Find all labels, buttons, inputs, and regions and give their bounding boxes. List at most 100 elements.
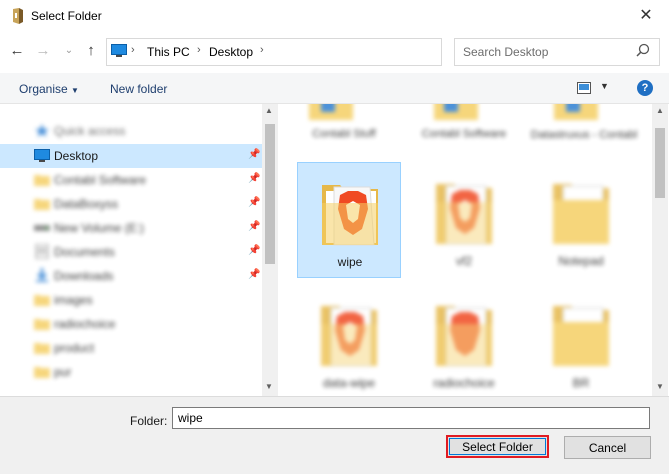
up-arrow-icon[interactable]: ↑	[82, 40, 100, 62]
folder-contents-scrollbar[interactable]: ▲ ▼	[652, 104, 668, 396]
window-title: Select Folder	[31, 9, 102, 23]
scroll-up-arrow-icon[interactable]: ▲	[265, 106, 273, 115]
folder-field-label: Folder:	[130, 414, 168, 428]
folder-icon	[553, 184, 609, 244]
folder-icon[interactable]	[424, 104, 504, 128]
forward-arrow-icon[interactable]: →	[34, 40, 52, 62]
folder-label: data-wipe	[322, 376, 376, 390]
file-label[interactable]: Contabl Stuff	[299, 128, 389, 140]
documents-icon	[35, 244, 49, 259]
new-folder-button[interactable]: New folder	[110, 82, 167, 96]
scroll-down-arrow-icon[interactable]: ▼	[265, 382, 273, 391]
folder-icon[interactable]	[299, 104, 379, 128]
nav-item-label: Documents	[54, 245, 115, 259]
breadcrumb-desktop[interactable]: Desktop	[209, 45, 253, 59]
nav-item-desktop[interactable]: Desktop 📌	[0, 144, 262, 168]
scroll-down-arrow-icon[interactable]: ▼	[656, 382, 664, 391]
dialog-footer: Folder: Select Folder Cancel	[0, 396, 669, 474]
desktop-icon	[34, 149, 50, 162]
brave-folder-icon	[436, 184, 492, 245]
breadcrumb-separator: ›	[131, 44, 135, 56]
folder-icon	[34, 199, 50, 210]
nav-item-folder[interactable]: pur	[0, 360, 262, 384]
folder-label: vf2	[455, 254, 472, 268]
folder-icon	[34, 295, 50, 306]
address-bar[interactable]: › This PC › Desktop › ⌄ ↻	[106, 38, 540, 66]
nav-item-label: pur	[54, 365, 72, 379]
scrollbar-thumb[interactable]	[655, 128, 665, 198]
nav-item-label: DataBoxyss	[54, 197, 119, 211]
file-label[interactable]: Datastruxus - Contabl	[529, 128, 639, 142]
command-bar: Organise ▼ New folder ▼ ?	[0, 73, 669, 104]
select-folder-button[interactable]: Select Folder	[446, 435, 549, 458]
folder-tile[interactable]: Notepad	[529, 162, 633, 278]
folder-icon	[34, 367, 50, 378]
nav-item-quick-access[interactable]: Quick access	[0, 119, 262, 143]
folder-icon	[34, 175, 50, 186]
this-pc-icon	[111, 44, 127, 57]
nav-item-label: Contabl Software	[54, 173, 147, 187]
title-bar: Select Folder ✕	[0, 0, 669, 32]
back-arrow-icon[interactable]: ←	[8, 40, 26, 62]
nav-item-folder[interactable]: DataBoxyss 📌	[0, 192, 262, 216]
view-options-chevron-icon[interactable]: ▼	[600, 81, 609, 91]
nav-item-folder[interactable]: images	[0, 288, 262, 312]
organise-label[interactable]: Organise	[19, 82, 68, 96]
brave-folder-icon	[321, 306, 377, 367]
nav-item-folder[interactable]: Contabl Software 📌	[0, 168, 262, 192]
pin-icon: 📌	[248, 173, 261, 184]
organise-menu-button[interactable]: Organise ▼	[19, 82, 79, 96]
app-icon	[13, 8, 23, 24]
pin-icon: 📌	[248, 149, 261, 160]
search-box[interactable]: Search Desktop	[454, 38, 660, 66]
nav-item-label: Downloads	[54, 269, 114, 283]
navigation-pane: Quick access Desktop 📌 Contabl Software …	[0, 104, 278, 396]
pin-icon: 📌	[248, 269, 261, 280]
folder-tile[interactable]: vf2	[412, 162, 516, 278]
folder-label: BR	[572, 376, 590, 390]
help-icon[interactable]: ?	[637, 80, 653, 96]
folder-icon	[34, 319, 50, 330]
navigation-pane-scrollbar[interactable]: ▲ ▼	[262, 104, 278, 396]
folder-label: Notepad	[558, 254, 604, 268]
folder-label: wipe	[337, 255, 363, 269]
star-icon	[35, 124, 49, 137]
pin-icon: 📌	[248, 221, 261, 232]
download-icon	[36, 268, 48, 282]
folder-tile-selected[interactable]: wipe	[297, 162, 401, 278]
brave-folder-icon	[436, 306, 492, 367]
cancel-button[interactable]: Cancel	[564, 436, 651, 459]
breadcrumb-this-pc[interactable]: This PC	[147, 45, 190, 59]
scroll-up-arrow-icon[interactable]: ▲	[656, 106, 664, 115]
search-icon[interactable]	[635, 42, 651, 60]
pin-icon: 📌	[248, 245, 261, 256]
folder-contents: Contabl Stuff Contabl Software Datastrux…	[279, 104, 652, 396]
folder-tile[interactable]: radiochoice	[412, 284, 516, 396]
folder-label: radiochoice	[433, 376, 495, 390]
scrollbar-thumb[interactable]	[265, 124, 275, 264]
breadcrumb-separator[interactable]: ›	[197, 44, 201, 56]
search-placeholder[interactable]: Search Desktop	[463, 45, 548, 59]
nav-item-documents[interactable]: Documents 📌	[0, 240, 262, 264]
brave-folder-icon	[322, 185, 378, 246]
close-icon[interactable]: ✕	[634, 4, 658, 28]
folder-tile[interactable]: data-wipe	[297, 284, 401, 396]
folder-tile[interactable]: BR	[529, 284, 633, 396]
nav-item-label: Desktop	[54, 149, 99, 163]
chevron-down-icon: ▼	[71, 86, 79, 95]
nav-item-drive[interactable]: New Volume (E:) 📌	[0, 216, 262, 240]
recent-locations-chevron-icon[interactable]: ⌄	[60, 40, 78, 62]
nav-item-downloads[interactable]: Downloads 📌	[0, 264, 262, 288]
folder-icon[interactable]	[544, 104, 624, 128]
folder-icon	[34, 343, 50, 354]
nav-item-folder[interactable]: radiochoice	[0, 312, 262, 336]
nav-item-folder[interactable]: product	[0, 336, 262, 360]
file-label[interactable]: Contabl Software	[414, 128, 514, 140]
nav-item-label: Quick access	[54, 124, 126, 138]
pin-icon: 📌	[248, 197, 261, 208]
change-view-icon[interactable]	[577, 82, 591, 94]
folder-name-input[interactable]	[172, 407, 650, 429]
nav-item-label: New Volume (E:)	[54, 221, 145, 235]
breadcrumb-separator[interactable]: ›	[260, 44, 264, 56]
nav-item-label: product	[54, 341, 95, 355]
